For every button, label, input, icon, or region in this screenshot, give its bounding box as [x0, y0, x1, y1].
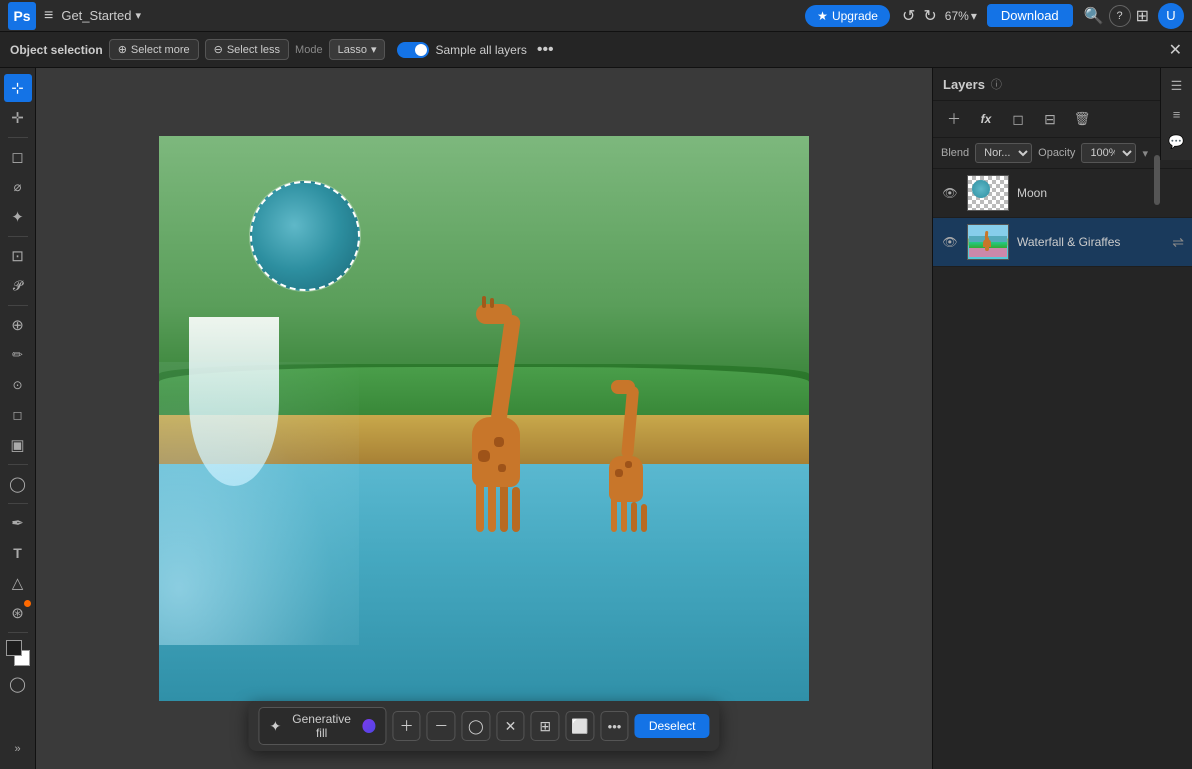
toolbar-bar: Object selection ⊕ Select more ⊖ Select … [0, 32, 1192, 68]
moon-object[interactable] [250, 181, 360, 291]
layer-adjust-icon[interactable]: ⇌ [1172, 234, 1184, 251]
color-swatches[interactable] [4, 640, 32, 666]
layer-mask-button[interactable]: ◻ [1005, 106, 1031, 132]
file-dropdown-icon[interactable]: ▾ [135, 9, 141, 22]
moon-thumb-circle [972, 180, 990, 198]
undo-button[interactable]: ↺ [898, 6, 919, 26]
add-to-selection-button[interactable]: ＋ [392, 711, 421, 741]
tool-name: Object selection [10, 43, 103, 57]
layer-visibility-moon[interactable]: 👁 [941, 184, 959, 202]
right-icon-strip: ☰ ≡ 💬 [1160, 68, 1192, 160]
eraser-tool[interactable]: ◻ [4, 401, 32, 429]
crop-tool[interactable]: ⊡ [4, 242, 32, 270]
add-layer-button[interactable]: ＋ [941, 106, 967, 132]
upgrade-button[interactable]: ★ Upgrade [805, 5, 890, 27]
clone-stamp-tool[interactable]: ⊙ [4, 371, 32, 399]
ps-logo: Ps [8, 2, 36, 30]
mist [159, 362, 359, 645]
fill-arrow-icon: ▾ [1142, 147, 1148, 160]
search-button[interactable]: 🔍 [1079, 6, 1109, 26]
layers-title: Layers [943, 77, 985, 92]
move-tool[interactable]: ✛ [4, 104, 32, 132]
magic-wand-tool[interactable]: ✦ [4, 203, 32, 231]
layer-group-button[interactable]: ⊟ [1037, 106, 1063, 132]
comment-icon[interactable]: 💬 [1165, 130, 1189, 154]
rectangular-select-tool[interactable]: ◻ [4, 143, 32, 171]
left-tool-panel: ⊹ ✛ ◻ ⌀ ✦ ⊡ 𝓟 ⊕ ✏ ⊙ ◻ ▣ ◯ ✒ T △ ⊛ ◯ » [0, 68, 36, 769]
menu-icon[interactable]: ≡ [44, 7, 53, 25]
layer-delete-button[interactable]: 🗑 [1069, 106, 1095, 132]
main-area: ⊹ ✛ ◻ ⌀ ✦ ⊡ 𝓟 ⊕ ✏ ⊙ ◻ ▣ ◯ ✒ T △ ⊛ ◯ » [0, 68, 1192, 769]
shape-tool[interactable]: △ [4, 569, 32, 597]
layers-toolbar: ＋ fx ◻ ⊟ 🗑 ••• [933, 101, 1192, 138]
file-name[interactable]: Get_Started [61, 8, 131, 23]
select-less-button[interactable]: ⊖ Select less [205, 39, 289, 60]
subtract-selection-button[interactable]: － [427, 711, 456, 741]
layers-list: 👁 Moon 👁 [933, 169, 1192, 769]
canvas-area[interactable]: ✦ Generative fill ＋ － ◯ ✕ ⊞ ⬜ ••• Desele… [36, 68, 932, 769]
top-bar: Ps ≡ Get_Started ▾ ★ Upgrade ↺ ↻ 67% ▾ D… [0, 0, 1192, 32]
apps-button[interactable]: ⊞ [1131, 6, 1154, 26]
select-more-icon: ⊕ [118, 43, 127, 56]
redo-button[interactable]: ↻ [919, 6, 940, 26]
layer-waterfall-giraffes[interactable]: 👁 Waterfall & Giraffes ⇌ [933, 218, 1192, 267]
eyedropper-tool[interactable]: 𝓟 [4, 272, 32, 300]
layer-name-waterfall: Waterfall & Giraffes [1017, 235, 1164, 249]
select-more-button[interactable]: ⊕ Select more [109, 39, 199, 60]
gen-fill-sparkle-icon [362, 719, 375, 733]
brush-tool[interactable]: ✏ [4, 341, 32, 369]
blend-label: Blend [941, 147, 969, 159]
lasso-arrow-icon: ▾ [371, 43, 377, 56]
toolbar-more-button[interactable]: ••• [537, 41, 554, 59]
layer-visibility-waterfall[interactable]: 👁 [941, 233, 959, 251]
generative-fill-button[interactable]: ✦ Generative fill [258, 707, 386, 745]
adjustments-icon[interactable]: ≡ [1165, 102, 1189, 126]
screen-button[interactable]: ⬜ [566, 711, 595, 741]
toolbar-close-button[interactable]: ✕ [1169, 40, 1182, 60]
download-button[interactable]: Download [987, 4, 1073, 27]
giraffe-large [458, 302, 548, 532]
floating-more-button[interactable]: ••• [600, 711, 629, 741]
circle-tool[interactable]: ◯ [4, 670, 32, 698]
layer-thumb-waterfall [967, 224, 1009, 260]
dodge-tool[interactable]: ◯ [4, 470, 32, 498]
text-tool[interactable]: T [4, 539, 32, 567]
layers-header: Layers ⓘ [933, 68, 1192, 101]
sample-all-toggle[interactable] [397, 42, 429, 58]
opacity-label: Opacity [1038, 147, 1075, 159]
opacity-select[interactable]: 100% [1081, 143, 1136, 163]
sample-all-toggle-wrap: Sample all layers [397, 42, 526, 58]
pen-tool[interactable]: ✒ [4, 509, 32, 537]
blend-mode-select[interactable]: Nor... [975, 143, 1032, 163]
layer-fx-button[interactable]: fx [973, 106, 999, 132]
object-selection-tool[interactable]: ⊹ [4, 74, 32, 102]
gen-fill-icon: ✦ [269, 718, 281, 735]
zoom-level[interactable]: 67% ▾ [945, 9, 977, 23]
layers-panel: ☰ ≡ 💬 Layers ⓘ ＋ fx ◻ ⊟ 🗑 ••• Blend [932, 68, 1192, 769]
smart-object-tool[interactable]: ⊛ [4, 599, 32, 627]
upgrade-star-icon: ★ [817, 9, 828, 23]
layers-info-icon[interactable]: ⓘ [991, 76, 1002, 92]
canvas-frame [159, 136, 809, 701]
lasso-tool[interactable]: ⌀ [4, 173, 32, 201]
gradient-tool[interactable]: ▣ [4, 431, 32, 459]
toggle-knob [415, 44, 427, 56]
grid-button[interactable]: ⊞ [531, 711, 560, 741]
deselect-button[interactable]: Deselect [635, 714, 710, 738]
mode-label: Mode [295, 44, 323, 56]
select-less-icon: ⊖ [214, 43, 223, 56]
user-avatar[interactable]: U [1158, 3, 1184, 29]
expand-tools[interactable]: » [4, 735, 32, 763]
floating-toolbar: ✦ Generative fill ＋ － ◯ ✕ ⊞ ⬜ ••• Desele… [248, 701, 719, 751]
lasso-dropdown[interactable]: Lasso ▾ [329, 39, 386, 60]
cross-button[interactable]: ✕ [496, 711, 525, 741]
properties-icon[interactable]: ☰ [1165, 74, 1189, 98]
giraffe-small [601, 387, 661, 532]
circle-selection-button[interactable]: ◯ [462, 711, 491, 741]
layers-scrollbar[interactable] [1154, 155, 1160, 205]
sample-all-label: Sample all layers [435, 43, 526, 57]
help-button[interactable]: ? [1109, 5, 1131, 27]
heal-tool[interactable]: ⊕ [4, 311, 32, 339]
layer-thumb-moon [967, 175, 1009, 211]
